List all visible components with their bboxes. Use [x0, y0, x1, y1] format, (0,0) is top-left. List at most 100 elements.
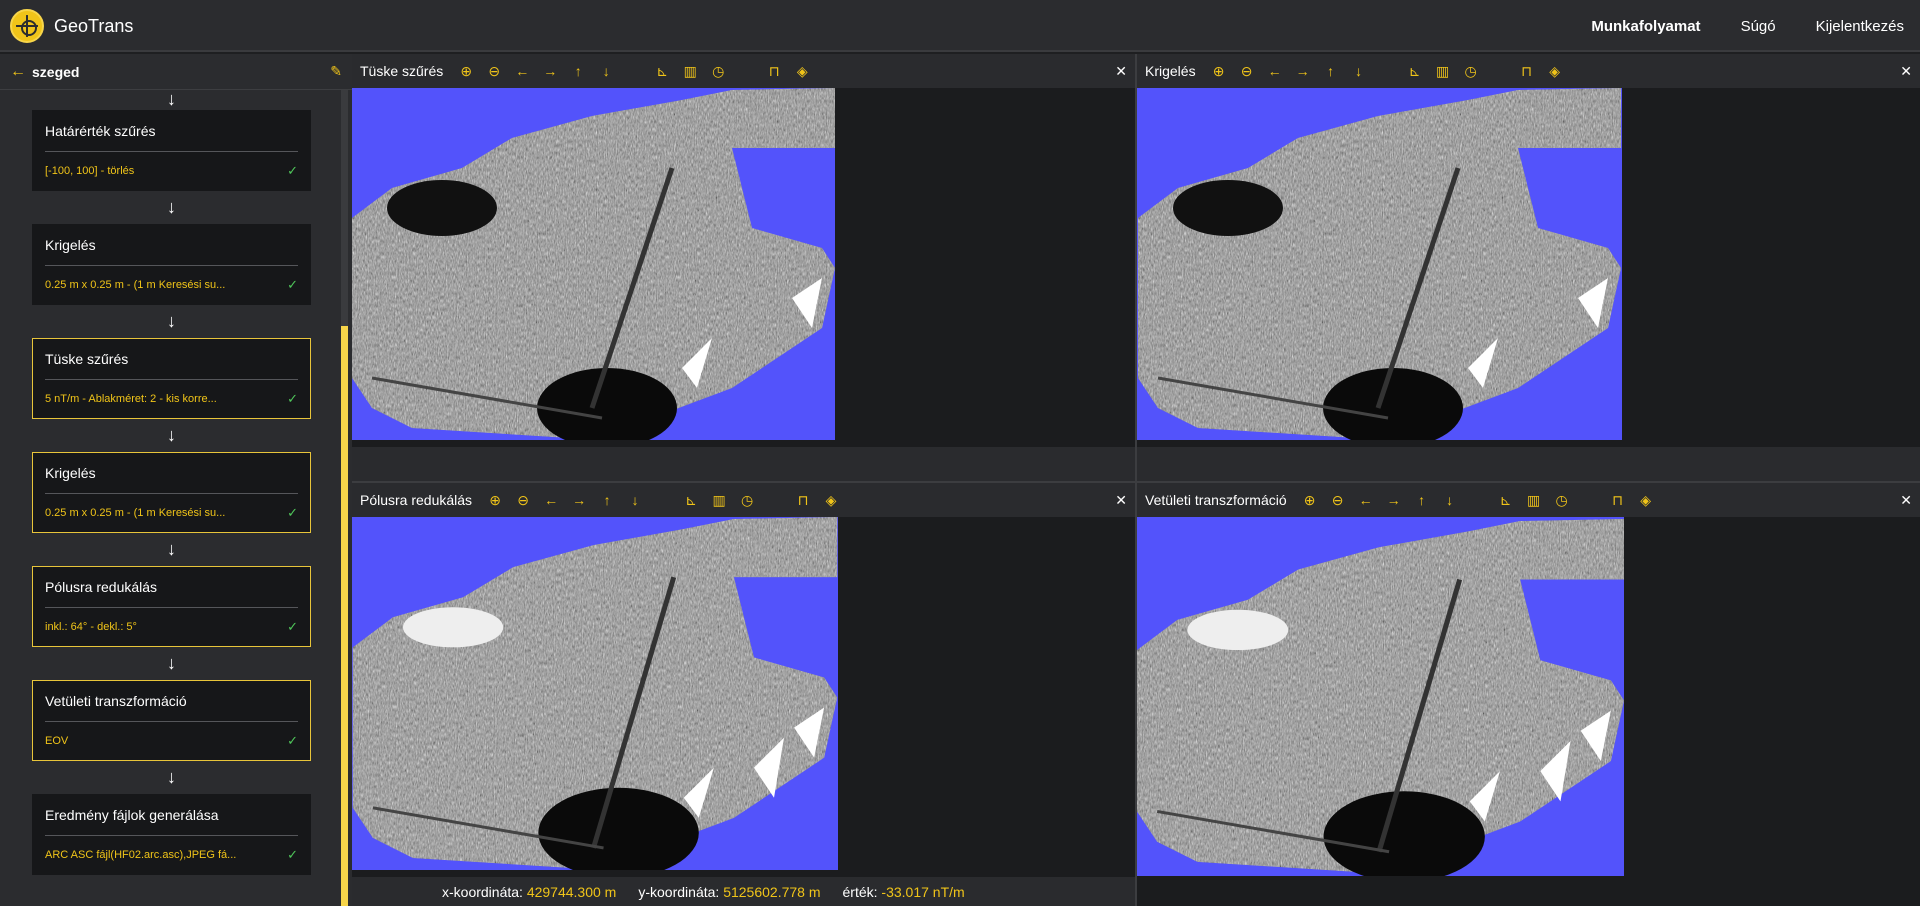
check-icon: ✓: [287, 163, 298, 178]
axis-icon[interactable]: ⊾: [1406, 63, 1424, 80]
panel-header: Krigelés ⊕ ⊖ ← → ↑ ↓ ⊾ ▥ ◷ ⊓ ◈ ✕: [1137, 54, 1920, 88]
app-brand[interactable]: GeoTrans: [10, 9, 133, 43]
magnetometry-grid: [1137, 519, 1624, 876]
panel-header: Tüske szűrés ⊕ ⊖ ← → ↑ ↓ ⊾ ▥ ◷ ⊓ ◈ ✕: [352, 54, 1135, 88]
panel-title: Tüske szűrés: [360, 63, 444, 79]
zoom-in-icon[interactable]: ⊕: [1210, 63, 1228, 80]
layers-icon[interactable]: ◈: [822, 492, 840, 509]
clock-icon[interactable]: ◷: [709, 63, 727, 80]
step-title: Pólusra redukálás: [45, 567, 298, 608]
flow-arrow-icon: ↓: [167, 539, 176, 559]
arrow-up-icon[interactable]: ↑: [569, 63, 587, 79]
arrow-up-icon[interactable]: ↑: [598, 492, 616, 508]
panel-projection-transform: Vetületi transzformáció ⊕ ⊖ ← → ↑ ↓ ⊾ ▥ …: [1137, 483, 1920, 906]
layers-icon[interactable]: ◈: [1637, 492, 1655, 509]
arrow-down-icon[interactable]: ↓: [1350, 63, 1368, 79]
step-card[interactable]: Tüske szűrés 5 nT/m - Ablakméret: 2 - ki…: [32, 338, 311, 419]
arrow-down-icon[interactable]: ↓: [1441, 492, 1459, 508]
zoom-in-icon[interactable]: ⊕: [457, 63, 475, 80]
zoom-out-icon[interactable]: ⊖: [514, 492, 532, 509]
step-card[interactable]: Pólusra redukálás inkl.: 64° - dekl.: 5°…: [32, 566, 311, 647]
flow-arrow-icon: ↓: [167, 425, 176, 445]
lock-icon[interactable]: ⊓: [765, 63, 783, 80]
survey-image[interactable]: [352, 517, 838, 870]
step-title: Eredmény fájlok generálása: [45, 795, 298, 836]
flow-arrow-icon: ↓: [167, 197, 176, 217]
panel-divider-horizontal[interactable]: [352, 481, 1920, 483]
lock-icon[interactable]: ⊓: [1518, 63, 1536, 80]
step-card[interactable]: Határérték szűrés [-100, 100] - törlés ✓: [32, 110, 311, 191]
zoom-in-icon[interactable]: ⊕: [1301, 492, 1319, 509]
layers-icon[interactable]: ◈: [793, 63, 811, 80]
check-icon: ✓: [287, 391, 298, 406]
arrow-right-icon[interactable]: →: [541, 63, 559, 79]
nav-help[interactable]: Súgó: [1741, 18, 1776, 35]
arrow-down-icon[interactable]: ↓: [626, 492, 644, 508]
axis-icon[interactable]: ⊾: [653, 63, 671, 80]
arrow-up-icon[interactable]: ↑: [1413, 492, 1431, 508]
map-view[interactable]: [1137, 517, 1920, 906]
close-icon[interactable]: ✕: [1115, 492, 1127, 509]
arrow-right-icon[interactable]: →: [1385, 492, 1403, 508]
top-bar: GeoTrans Munkafolyamat Súgó Kijelentkezé…: [0, 0, 1920, 52]
back-arrow-icon[interactable]: ←: [10, 63, 32, 81]
survey-image[interactable]: [352, 88, 835, 440]
arrow-left-icon[interactable]: ←: [1357, 492, 1375, 508]
histogram-icon[interactable]: ▥: [681, 63, 699, 80]
zoom-out-icon[interactable]: ⊖: [1329, 492, 1347, 509]
lock-icon[interactable]: ⊓: [794, 492, 812, 509]
map-view[interactable]: [352, 517, 1135, 877]
panel-pole-reduction: Pólusra redukálás ⊕ ⊖ ← → ↑ ↓ ⊾ ▥ ◷ ⊓ ◈ …: [352, 483, 1135, 877]
step-title: Krigelés: [45, 225, 298, 266]
panel-divider-vertical[interactable]: [1135, 54, 1137, 906]
pencil-icon[interactable]: ✎: [330, 63, 342, 80]
axis-icon[interactable]: ⊾: [1497, 492, 1515, 509]
lock-icon[interactable]: ⊓: [1609, 492, 1627, 509]
panel-toolbar: ⊕ ⊖ ← → ↑ ↓ ⊾ ▥ ◷ ⊓ ◈: [486, 492, 840, 509]
arrow-left-icon[interactable]: ←: [513, 63, 531, 79]
close-icon[interactable]: ✕: [1900, 492, 1912, 509]
y-coordinate: y-koordináta: 5125602.778 m: [638, 883, 821, 900]
step-card[interactable]: Krigelés 0.25 m x 0.25 m - (1 m Keresési…: [32, 452, 311, 533]
arrow-right-icon[interactable]: →: [1294, 63, 1312, 79]
histogram-icon[interactable]: ▥: [710, 492, 728, 509]
zoom-in-icon[interactable]: ⊕: [486, 492, 504, 509]
arrow-up-icon[interactable]: ↑: [1322, 63, 1340, 79]
survey-image[interactable]: [1137, 517, 1624, 876]
map-view[interactable]: [352, 88, 1135, 447]
close-icon[interactable]: ✕: [1900, 63, 1912, 80]
arrow-down-icon[interactable]: ↓: [597, 63, 615, 79]
zoom-out-icon[interactable]: ⊖: [1238, 63, 1256, 80]
arrow-left-icon[interactable]: ←: [542, 492, 560, 508]
check-icon: ✓: [287, 619, 298, 634]
clock-icon[interactable]: ◷: [1462, 63, 1480, 80]
map-view[interactable]: [1137, 88, 1920, 447]
step-summary: 0.25 m x 0.25 m - (1 m Keresési su...: [45, 279, 226, 291]
arrow-left-icon[interactable]: ←: [1266, 63, 1284, 79]
nav-workflow[interactable]: Munkafolyamat: [1591, 18, 1700, 35]
layers-icon[interactable]: ◈: [1546, 63, 1564, 80]
clock-icon[interactable]: ◷: [738, 492, 756, 509]
step-card[interactable]: Krigelés 0.25 m x 0.25 m - (1 m Keresési…: [32, 224, 311, 305]
step-summary: 0.25 m x 0.25 m - (1 m Keresési su...: [45, 507, 226, 519]
panel-header: Pólusra redukálás ⊕ ⊖ ← → ↑ ↓ ⊾ ▥ ◷ ⊓ ◈ …: [352, 483, 1135, 517]
scrollbar-thumb[interactable]: [341, 326, 348, 906]
zoom-out-icon[interactable]: ⊖: [485, 63, 503, 80]
axis-icon[interactable]: ⊾: [682, 492, 700, 509]
close-icon[interactable]: ✕: [1115, 63, 1127, 80]
clock-icon[interactable]: ◷: [1553, 492, 1571, 509]
flow-arrow-icon: ↓: [167, 767, 176, 787]
magnetometry-grid: [1138, 88, 1621, 440]
histogram-icon[interactable]: ▥: [1434, 63, 1452, 80]
project-name: szeged: [32, 63, 80, 80]
step-card[interactable]: Eredmény fájlok generálása ARC ASC fájl(…: [32, 794, 311, 875]
flow-arrow-icon: ↓: [167, 653, 176, 673]
survey-image[interactable]: [1137, 88, 1622, 440]
histogram-icon[interactable]: ▥: [1525, 492, 1543, 509]
nav-logout[interactable]: Kijelentkezés: [1816, 18, 1904, 35]
arrow-right-icon[interactable]: →: [570, 492, 588, 508]
step-card[interactable]: Vetületi transzformáció EOV ✓: [32, 680, 311, 761]
panel-spike-filter: Tüske szűrés ⊕ ⊖ ← → ↑ ↓ ⊾ ▥ ◷ ⊓ ◈ ✕: [352, 54, 1135, 481]
check-icon: ✓: [287, 505, 298, 520]
x-coordinate: x-koordináta: 429744.300 m: [442, 883, 617, 900]
